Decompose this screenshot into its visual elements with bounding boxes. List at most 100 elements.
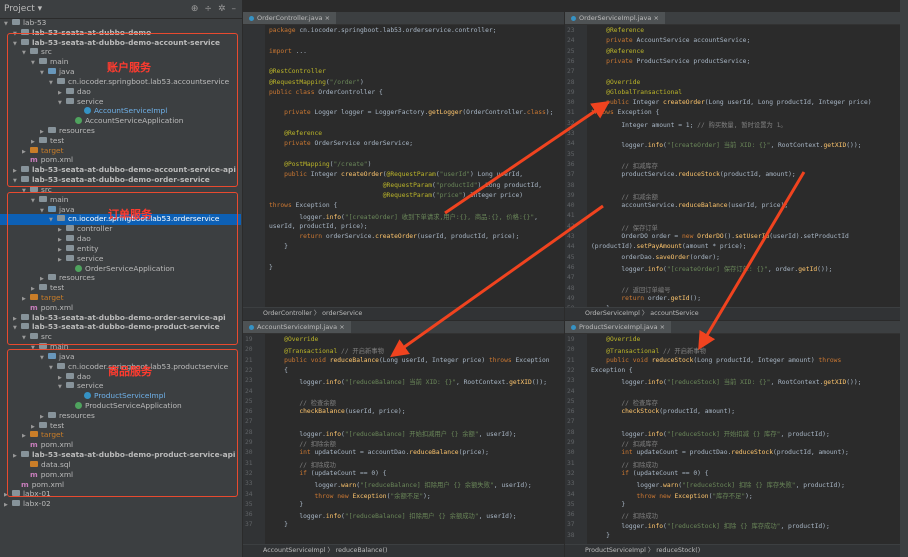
code-line[interactable]: return orderService.createOrder(userId, … (269, 233, 519, 240)
code-line[interactable]: @Override (591, 79, 640, 86)
code-line[interactable]: userId, productId, price); (269, 223, 368, 230)
code-line[interactable]: @GlobalTransactional (591, 89, 682, 96)
code-line[interactable]: productService.reduceStock(productId, am… (591, 171, 795, 178)
breadcrumb[interactable]: OrderServiceImpl 〉 accountService (565, 307, 900, 320)
code-line[interactable]: public class OrderController { (269, 89, 383, 96)
code-line[interactable]: @RestController (269, 68, 326, 75)
code-line[interactable]: logger.info("[createOrder] 保存订单: {}", or… (591, 264, 832, 273)
code-line[interactable]: Integer amount = 1; // 购买数量, 暂时设置为 1。 (591, 120, 786, 129)
tab-account-service-impl[interactable]: AccountServiceImpl.java × (243, 321, 351, 333)
code-line[interactable]: @RequestParam("productId") Long productI… (269, 182, 542, 189)
code-line[interactable]: throws Exception { (269, 202, 337, 209)
code-line[interactable]: // 扣除成功 (591, 460, 658, 469)
code-line[interactable]: @PostMapping("/create") (269, 161, 371, 168)
code-line[interactable]: // 检查余额 (269, 398, 336, 407)
code-line[interactable]: Exception { (591, 367, 633, 374)
code-line[interactable]: @Override (269, 336, 318, 343)
code-line[interactable]: logger.warn("[reduceStock] 扣除 {} 库存失败", … (591, 480, 844, 489)
code-line[interactable]: checkBalance(userId, price); (269, 408, 405, 415)
code-line[interactable]: @Reference (591, 27, 644, 34)
line-number: 45 (567, 253, 575, 261)
breadcrumb[interactable]: AccountServiceImpl 〉 reduceBalance() (243, 544, 564, 557)
code-line[interactable]: } (269, 243, 288, 250)
code-line[interactable]: (productId).setPayAmount(amount * price)… (591, 243, 746, 250)
code-line[interactable]: if (updateCount == 0) { (269, 470, 386, 477)
code-line[interactable]: private AccountService accountService; (591, 37, 750, 44)
code-line[interactable]: @Transactional // 开启新事物 (269, 346, 384, 355)
code-line[interactable]: logger.info("[reduceStock] 扣除 {} 库存成功", … (591, 521, 829, 530)
code-line[interactable]: } (591, 501, 625, 508)
code-line[interactable]: throws Exception { (591, 109, 659, 116)
code-line[interactable]: @RequestParam("price") Integer price) (269, 192, 523, 199)
code-line[interactable]: } (269, 521, 288, 528)
code-line[interactable]: // 检查库存 (591, 398, 658, 407)
code-line[interactable]: return order.getId(); (591, 295, 701, 302)
code-line[interactable]: throw new Exception("库存不足"); (591, 491, 753, 500)
code-line[interactable]: private Logger logger = LoggerFactory.ge… (269, 109, 553, 116)
globe-icon[interactable]: ⊕ (191, 4, 199, 14)
line-number: 26 (567, 57, 575, 65)
tree-node-labx02[interactable]: ▶ labx-02 (4, 499, 51, 510)
code-line[interactable]: logger.info("[createOrder] 收到下单请求,用户:{},… (269, 212, 538, 221)
minimize-icon[interactable]: – (232, 4, 237, 14)
code-line[interactable]: // 扣除余额 (269, 439, 336, 448)
code-line[interactable]: logger.warn("[reduceBalance] 扣除用户 {} 余额失… (269, 480, 531, 489)
code-line[interactable]: } (269, 501, 303, 508)
code-line[interactable]: } (269, 264, 273, 271)
order-controller-editor[interactable]: OrderController.java × package cn.iocode… (243, 12, 564, 320)
code-line[interactable]: // 扣减库存 (591, 439, 658, 448)
tab-order-controller[interactable]: OrderController.java × (243, 12, 337, 24)
code-line[interactable]: @Reference (269, 130, 322, 137)
collapse-icon[interactable]: ÷ (204, 4, 212, 14)
code-line[interactable]: // 扣减余额 (591, 192, 658, 201)
code-line[interactable]: @RequestMapping("/order") (269, 79, 364, 86)
code-line[interactable]: @Reference (591, 48, 644, 55)
code-line[interactable]: private OrderService orderService; (269, 140, 413, 147)
code-line[interactable]: // 返回订单编号 (591, 285, 670, 294)
code-line[interactable]: int updateCount = productDao.reduceStock… (591, 449, 848, 456)
tab-product-service-impl[interactable]: ProductServiceImpl.java × (565, 321, 672, 333)
code-line[interactable]: import ... (269, 48, 307, 55)
code-area[interactable]: @Reference private AccountService accoun… (589, 25, 900, 312)
code-line[interactable]: package cn.iocoder.springboot.lab53.orde… (269, 27, 496, 34)
breadcrumb[interactable]: OrderController 〉 orderService (243, 307, 564, 320)
code-line[interactable]: public Integer createOrder(@RequestParam… (269, 171, 523, 178)
code-line[interactable]: // 保存订单 (591, 223, 658, 232)
expand-arrow-icon[interactable]: ▶ (4, 502, 12, 508)
account-service-impl-editor[interactable]: AccountServiceImpl.java × 19 20 21 22 23 24 25… (243, 321, 564, 557)
code-line[interactable]: orderDao.saveOrder(order); (591, 254, 720, 261)
code-line[interactable]: logger.info("[reduceBalance] 当前 XID: {}"… (269, 377, 547, 386)
code-line[interactable]: logger.info("[createOrder] 当前 XID: {}", … (591, 140, 861, 149)
code-line[interactable]: public void reduceBalance(Long userId, I… (269, 357, 549, 364)
gear-icon[interactable]: ✲ (218, 4, 226, 14)
project-dropdown[interactable]: Project ▾ (4, 4, 42, 14)
expand-arrow-icon[interactable]: ▼ (4, 21, 12, 27)
tab-order-service-impl[interactable]: OrderServiceImpl.java × (565, 12, 665, 24)
code-line[interactable]: } (591, 532, 610, 539)
product-service-impl-editor[interactable]: ProductServiceImpl.java × 19 20 21 22 23 24 25… (565, 321, 900, 557)
code-line[interactable]: checkStock(productId, amount); (591, 408, 735, 415)
code-line[interactable]: // 扣除成功 (591, 511, 658, 520)
order-service-impl-editor[interactable]: OrderServiceImpl.java × 23 24 25 26 27 28 29 30… (565, 12, 900, 320)
code-area[interactable]: @Override @Transactional // 开启新事物 public… (589, 334, 900, 545)
code-line[interactable]: logger.info("[reduceStock] 当前 XID: {}", … (591, 377, 861, 386)
code-line[interactable]: int updateCount = accountDao.reduceBalan… (269, 449, 489, 456)
code-line[interactable]: public Integer createOrder(Long userId, … (591, 99, 871, 106)
code-line[interactable]: @Override (591, 336, 640, 343)
code-line[interactable]: // 扣除成功 (269, 460, 336, 469)
code-line[interactable]: { (269, 367, 288, 374)
code-line[interactable]: accountService.reduceBalance(userId, pri… (591, 202, 788, 209)
code-area[interactable]: @Override @Transactional // 开启新事物 public… (267, 334, 564, 545)
code-line[interactable]: logger.info("[reduceBalance] 扣除用户 {} 余额成… (269, 511, 516, 520)
code-line[interactable]: @Transactional // 开启新事物 (591, 346, 706, 355)
breadcrumb[interactable]: ProductServiceImpl 〉 reduceStock() (565, 544, 900, 557)
code-area[interactable]: package cn.iocoder.springboot.lab53.orde… (267, 25, 564, 308)
code-line[interactable]: public void reduceStock(Long productId, … (591, 357, 841, 364)
code-line[interactable]: throw new Exception("余额不足"); (269, 491, 431, 500)
code-line[interactable]: OrderDO order = new OrderDO().setUserId(… (591, 233, 849, 240)
code-line[interactable]: private ProductService productService; (591, 58, 750, 65)
code-line[interactable]: logger.info("[reduceStock] 开始扣减 {} 库存", … (591, 429, 829, 438)
code-line[interactable]: if (updateCount == 0) { (591, 470, 708, 477)
code-line[interactable]: // 扣减库存 (591, 161, 658, 170)
code-line[interactable]: logger.info("[reduceBalance] 开始扣减用户 {} 余… (269, 429, 516, 438)
